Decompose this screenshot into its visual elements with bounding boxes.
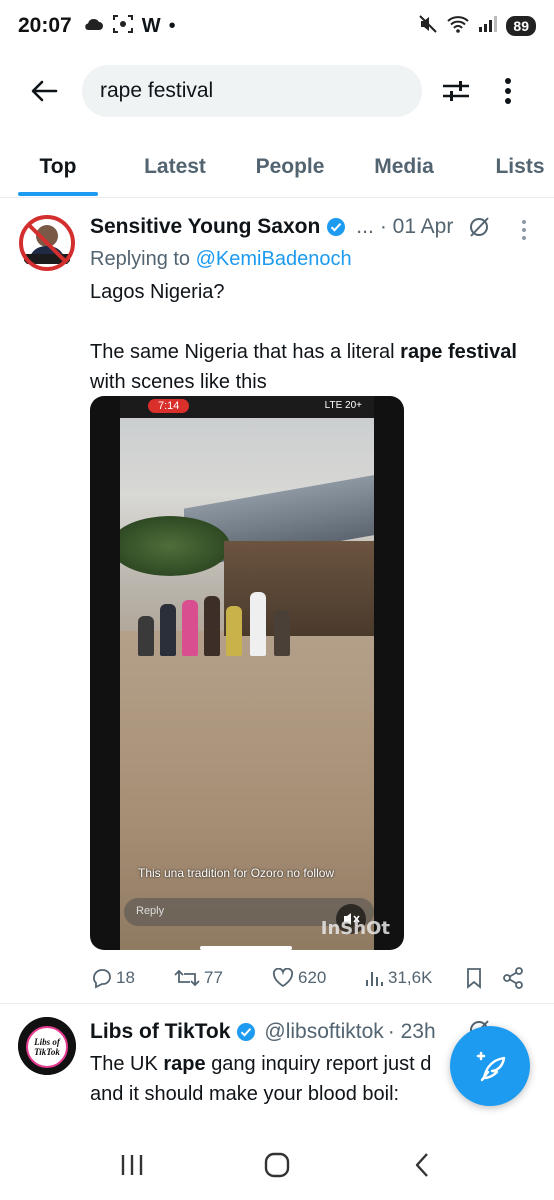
home-icon[interactable] (247, 1140, 307, 1190)
avatar[interactable] (18, 214, 76, 272)
video-phone-network: LTE 20+ (324, 400, 362, 411)
notification-dot: • (168, 15, 176, 37)
tweet-text-highlight: rape (163, 1053, 206, 1075)
tweet-more-icon[interactable] (522, 220, 526, 240)
tweet[interactable]: Sensitive Young Saxon ... · 01 Apr Reply… (0, 200, 554, 1004)
reply-button[interactable]: 18 (90, 967, 168, 989)
grok-icon[interactable] (466, 214, 492, 240)
tweet-text-segment: The same Nigeria that has a literal (90, 341, 395, 363)
tweet-text-highlight: rape festival (400, 341, 517, 363)
reply-prefix: Replying to (90, 248, 191, 270)
status-time: 20:07 (18, 14, 72, 37)
video-watermark: InShOt (320, 918, 390, 939)
status-icons-right: 89 (418, 14, 536, 39)
views-icon (364, 968, 384, 988)
heart-icon (272, 968, 294, 988)
reply-context: Replying to @KemiBadenoch (90, 248, 536, 271)
views-button[interactable]: 31,6K (364, 968, 462, 988)
screenshot-icon (112, 14, 134, 39)
author-name[interactable]: Libs of TikTok (90, 1020, 230, 1044)
tweet-text-paragraph: The same Nigeria that has a literal rape… (90, 337, 536, 397)
signal-icon (478, 15, 498, 38)
status-icons-left: W • (82, 14, 176, 39)
filter-icon[interactable] (432, 67, 480, 115)
compose-button[interactable] (450, 1026, 530, 1106)
w-app-icon: W (141, 14, 161, 37)
video-person (274, 610, 290, 656)
wifi-icon (446, 14, 470, 39)
verified-badge-icon (326, 217, 346, 237)
repost-count: 77 (204, 968, 223, 987)
status-bar: 20:07 W • 89 (0, 0, 554, 52)
tweet-actions: 18 77 620 31,6K (90, 964, 536, 992)
search-input[interactable] (82, 65, 422, 117)
video-person (204, 596, 220, 656)
bookmark-button[interactable] (464, 967, 484, 989)
avatar[interactable]: Libs of TikTok (18, 1017, 76, 1075)
video-person (160, 604, 176, 656)
name-ellipsis: ... (356, 215, 374, 238)
back-arrow-icon[interactable] (20, 67, 68, 115)
search-tabs: Top Latest People Media Lists (0, 138, 554, 198)
more-vertical-icon[interactable] (486, 67, 530, 115)
tab-latest[interactable]: Latest (136, 138, 214, 196)
tweet-date[interactable]: · 23h (388, 1020, 436, 1044)
video-crowd (130, 566, 320, 656)
repost-icon (174, 967, 200, 989)
reply-icon (90, 967, 112, 989)
video-person (182, 600, 198, 656)
avatar-logo-text: Libs of TikTok (34, 1037, 60, 1057)
video-phone-time: 7:14 (148, 399, 190, 413)
recent-apps-icon[interactable] (102, 1140, 162, 1190)
tweet-text-segment: The UK (90, 1053, 158, 1075)
tab-top[interactable]: Top (18, 138, 98, 196)
like-button[interactable]: 620 (272, 968, 364, 988)
video-caption: This una tradition for Ozoro no follow (138, 866, 335, 880)
video-person (250, 592, 266, 656)
video-person (226, 606, 242, 656)
share-icon (503, 967, 523, 989)
reply-count: 18 (116, 968, 135, 987)
mute-icon (418, 14, 438, 39)
views-count: 31,6K (388, 968, 433, 987)
verified-badge-icon (236, 1022, 256, 1042)
compose-feather-icon (476, 1051, 506, 1082)
tweet-text-line: Lagos Nigeria? (90, 281, 225, 303)
tab-lists[interactable]: Lists (490, 138, 550, 196)
video-phone-statusbar: 7:14 LTE 20+ (120, 396, 374, 418)
bookmark-icon (467, 968, 481, 989)
author-handle[interactable]: @libsoftiktok (264, 1020, 383, 1044)
author-name[interactable]: Sensitive Young Saxon (90, 215, 320, 239)
tab-people[interactable]: People (250, 138, 330, 196)
tweet-text-segment: gang inquiry report just d (211, 1053, 432, 1075)
share-button[interactable] (502, 967, 524, 989)
tab-media[interactable]: Media (368, 138, 440, 196)
tweet-text-segment: with scenes like this (90, 371, 267, 393)
video-progress (200, 946, 292, 950)
repost-button[interactable]: 77 (174, 967, 270, 989)
battery-indicator: 89 (506, 16, 536, 36)
tweet-text: Lagos Nigeria? The same Nigeria that has… (90, 277, 536, 397)
tweet-video[interactable]: 7:14 LTE 20+ This una tradition for Ozor… (90, 396, 404, 950)
video-person (138, 616, 154, 656)
search-header (0, 62, 554, 120)
like-count: 620 (298, 968, 327, 987)
system-nav-bar (0, 1130, 554, 1200)
tweet-date[interactable]: · 01 Apr (380, 215, 454, 239)
back-nav-icon[interactable] (392, 1140, 452, 1190)
cloud-icon (82, 16, 104, 37)
reply-mention[interactable]: @KemiBadenoch (196, 248, 352, 270)
